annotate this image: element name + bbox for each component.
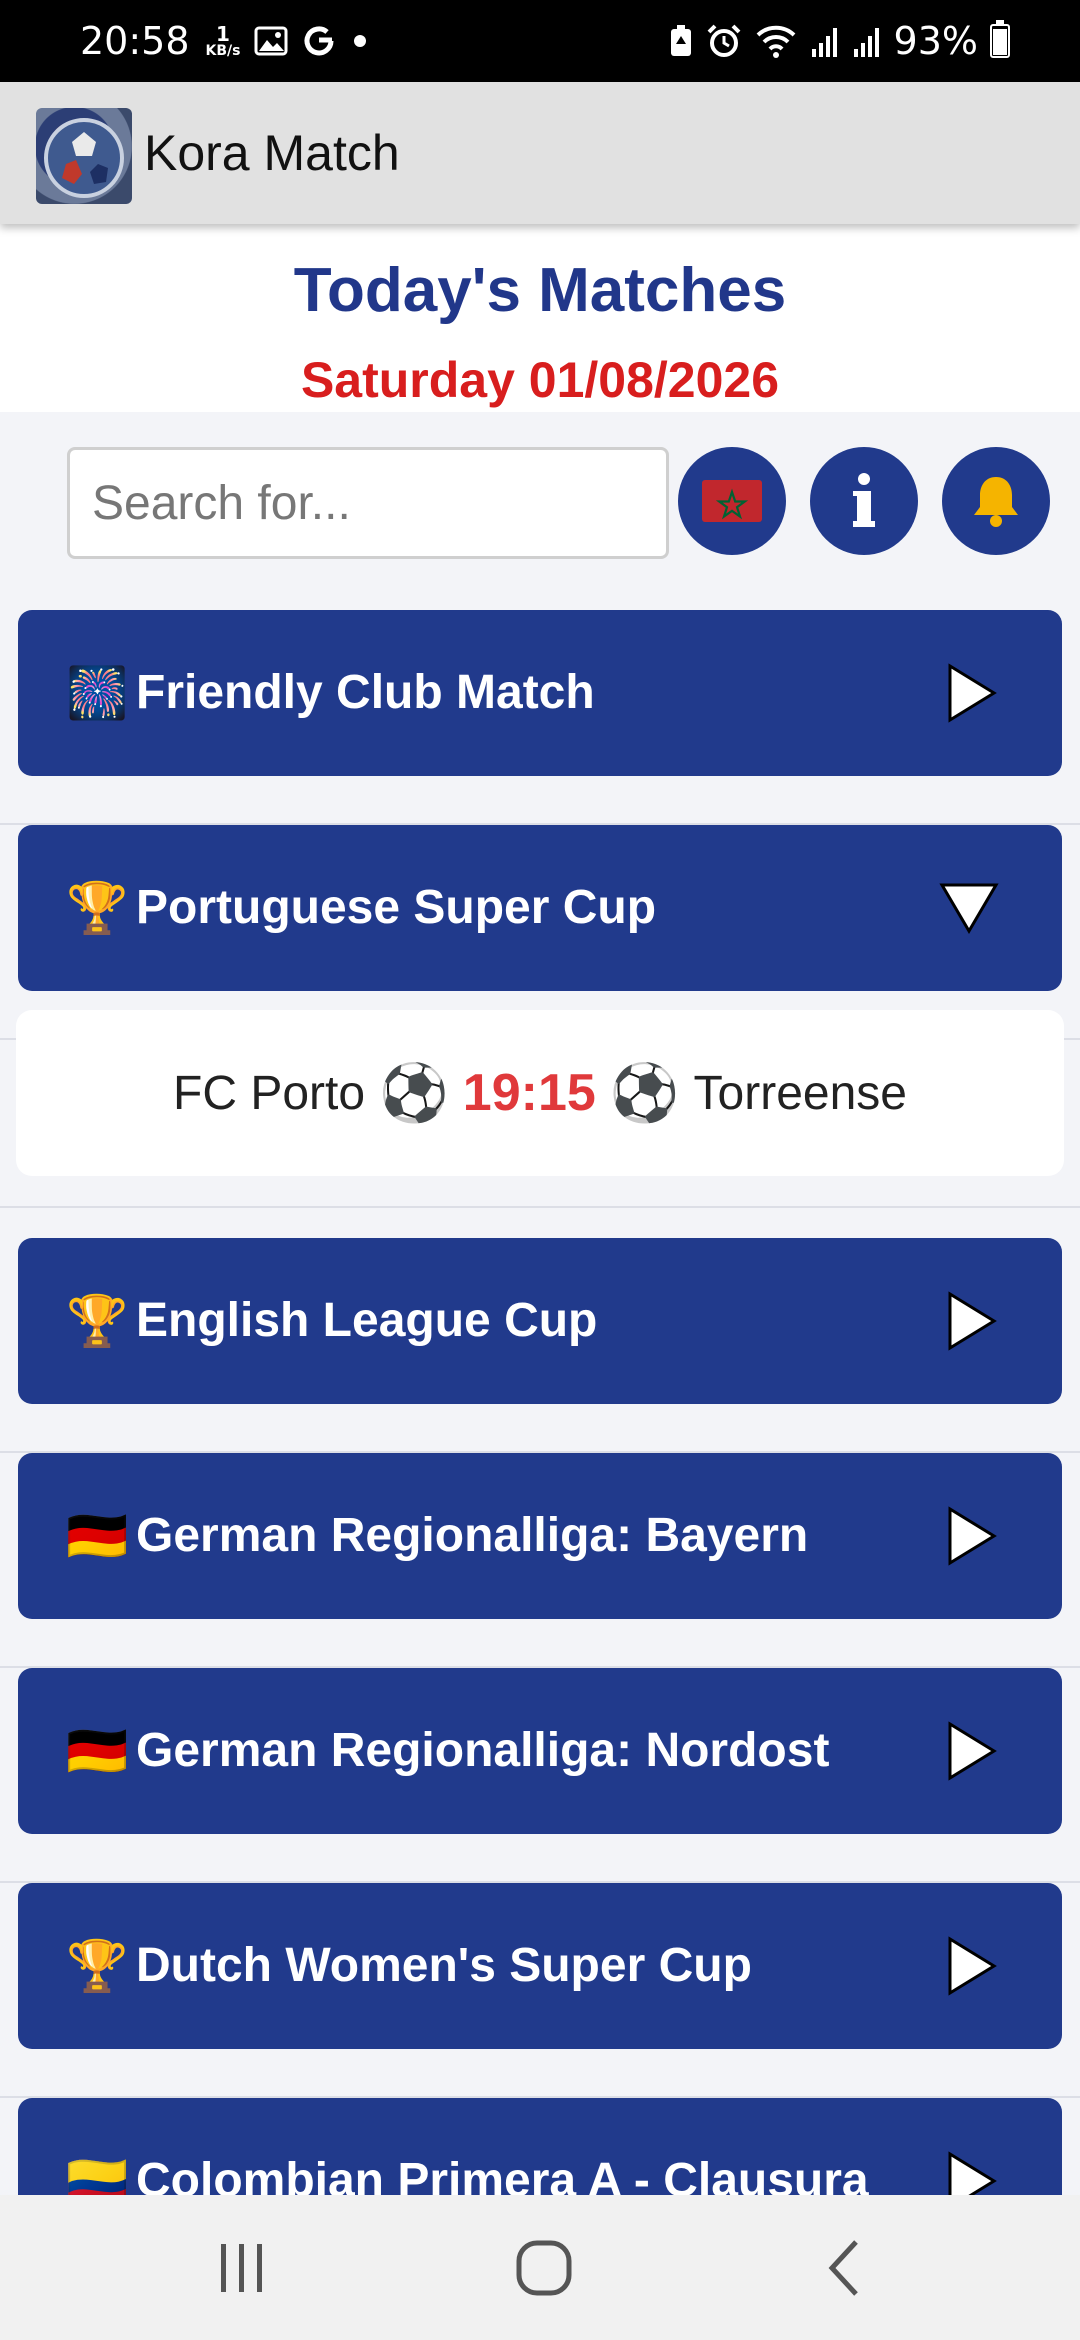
network-speed: 1 KB/s (206, 24, 241, 58)
competition-row: 🏆 Dutch Women's Super Cup (0, 1883, 1080, 2098)
recent-apps-button[interactable] (182, 2195, 302, 2340)
back-icon (828, 2239, 858, 2296)
collapse-arrow-icon (939, 883, 999, 934)
competition-row: 🇩🇪 German Regionalliga: Nordost (0, 1668, 1080, 1883)
battery-percent: 93% (893, 19, 978, 63)
status-bar: 20:58 1 KB/s 93% (0, 0, 1080, 82)
battery-icon (990, 20, 1010, 58)
competition-header-portuguese-super-cup[interactable]: 🏆 Portuguese Super Cup (18, 825, 1062, 991)
network-speed-value: 1 (216, 22, 230, 46)
app-bar: Kora Match (0, 82, 1080, 224)
info-button[interactable] (810, 447, 918, 555)
page-header: Today's Matches Saturday 01/08/2026 (0, 224, 1080, 412)
signal-icon-1 (810, 25, 840, 57)
country-flag-button[interactable] (678, 447, 786, 555)
home-team: FC Porto (173, 1066, 366, 1120)
competition-name: English League Cup (136, 1294, 598, 1347)
google-icon (302, 24, 336, 58)
battery-saver-icon (668, 24, 694, 58)
notification-dot-icon (350, 31, 370, 51)
system-nav-bar (0, 2195, 1080, 2340)
germany-flag-icon: 🇩🇪 (66, 1507, 129, 1564)
match-item[interactable]: FC Porto ⚽ 19:15 ⚽ Torreense (16, 1010, 1064, 1176)
morocco-flag-icon (702, 480, 762, 522)
match-row: FC Porto ⚽ 19:15 ⚽ Torreense (0, 1010, 1080, 1208)
competition-name: German Regionalliga: Bayern (136, 1509, 809, 1562)
competition-row: 🏆 English League Cup (0, 1238, 1080, 1453)
info-icon (853, 473, 875, 527)
bell-icon (974, 477, 1018, 527)
competition-header-friendly-club-match[interactable]: 🎆 Friendly Club Match (18, 610, 1062, 776)
recent-apps-icon (221, 2243, 262, 2292)
competition-name: Dutch Women's Super Cup (136, 1939, 752, 1992)
competition-header-english-league-cup[interactable]: 🏆 English League Cup (18, 1238, 1062, 1404)
home-button[interactable] (484, 2195, 604, 2340)
competition-header-german-regionalliga-nordost[interactable]: 🇩🇪 German Regionalliga: Nordost (18, 1668, 1062, 1834)
competition-row: 🇩🇪 German Regionalliga: Bayern (0, 1453, 1080, 1668)
wifi-icon (754, 23, 798, 59)
expand-arrow-icon (948, 1936, 997, 1996)
competition-row: 🏆 Portuguese Super Cup (0, 825, 1080, 1040)
app-title: Kora Match (144, 125, 400, 181)
expand-arrow-icon (948, 1291, 997, 1351)
expand-arrow-icon (948, 1506, 997, 1566)
match-time: 19:15 (462, 1064, 596, 1122)
search-input[interactable] (67, 447, 669, 559)
network-speed-unit: KB/s (205, 43, 241, 59)
trophy-icon: 🏆 (66, 1937, 129, 1994)
competition-name: German Regionalliga: Nordost (136, 1724, 830, 1777)
back-button[interactable] (784, 2195, 904, 2340)
home-ball-icon: ⚽ (379, 1061, 449, 1124)
trophy-icon: 🏆 (66, 879, 129, 936)
germany-flag-icon: 🇩🇪 (66, 1722, 129, 1779)
page-date: Saturday 01/08/2026 (300, 352, 780, 408)
competition-header-dutch-womens-super-cup[interactable]: 🏆 Dutch Women's Super Cup (18, 1883, 1062, 2049)
away-team: Torreense (693, 1066, 907, 1120)
competition-name: Portuguese Super Cup (136, 881, 657, 934)
trophy-icon: 🏆 (66, 1292, 129, 1349)
competition-list: 🎆 Friendly Club Match 🏆 Portuguese Super… (0, 610, 1080, 2313)
competition-header-german-regionalliga-bayern[interactable]: 🇩🇪 German Regionalliga: Bayern (18, 1453, 1062, 1619)
expand-arrow-icon (948, 663, 997, 723)
fireworks-icon: 🎆 (66, 664, 129, 721)
app-logo-icon (36, 108, 132, 204)
home-icon (516, 2240, 572, 2295)
competition-name: Friendly Club Match (136, 666, 595, 719)
expand-arrow-icon (948, 1721, 997, 1781)
competition-row: 🎆 Friendly Club Match (0, 610, 1080, 825)
away-ball-icon: ⚽ (609, 1061, 680, 1124)
gallery-icon (254, 26, 288, 56)
alarm-icon (706, 23, 742, 59)
page-title: Today's Matches (293, 256, 787, 325)
notifications-button[interactable] (942, 447, 1050, 555)
signal-icon-2 (852, 25, 882, 57)
status-time: 20:58 (80, 19, 190, 63)
